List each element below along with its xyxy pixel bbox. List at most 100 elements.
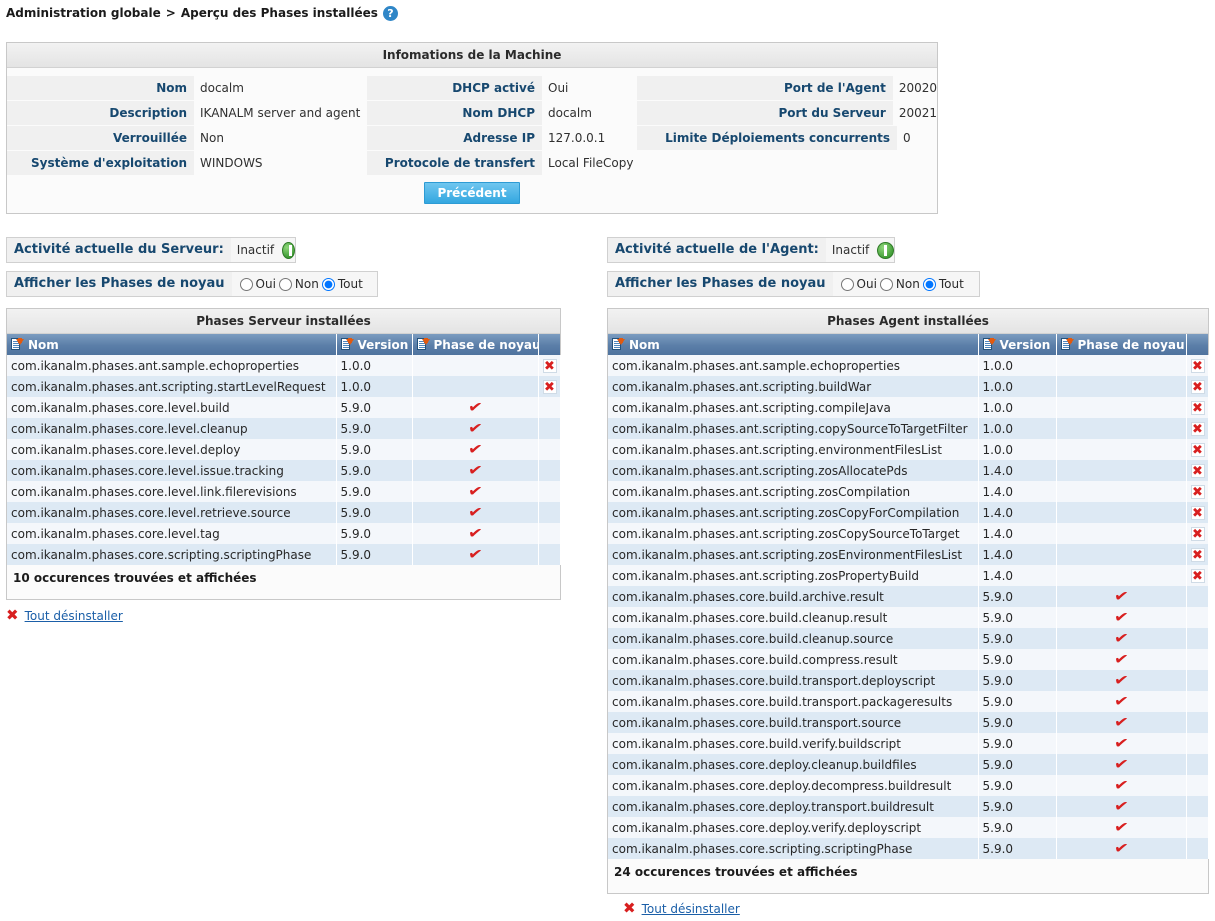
- agent-filter-option-tout[interactable]: Tout: [922, 277, 964, 291]
- agent-filter-option-non[interactable]: Non: [879, 277, 920, 291]
- server-col-header-version[interactable]: Version: [336, 334, 413, 355]
- sort-descending-icon: [340, 337, 354, 351]
- machine-info-row: Système d'exploitation WINDOWS: [7, 151, 367, 175]
- agent-phase-name: com.ikanalm.phases.ant.scripting.compile…: [608, 397, 979, 418]
- check-mark-icon: ✔: [1112, 691, 1130, 711]
- server-filter-radio-oui[interactable]: [239, 277, 253, 291]
- server-phase-name: com.ikanalm.phases.core.level.retrieve.s…: [7, 502, 337, 523]
- uninstall-phase-button[interactable]: ✖: [542, 358, 557, 373]
- agent-filter-option-tout-label: Tout: [938, 277, 964, 291]
- table-row: com.ikanalm.phases.core.build.cleanup.so…: [608, 628, 1209, 649]
- check-mark-icon: ✔: [1112, 775, 1130, 795]
- server-phase-core-flag: ✔: [412, 418, 539, 439]
- server-phase-version: 5.9.0: [336, 460, 413, 481]
- agent-filter-option-oui[interactable]: Oui: [840, 277, 877, 291]
- check-mark-icon: ✔: [466, 418, 484, 438]
- uninstall-phase-button[interactable]: ✖: [1190, 505, 1205, 520]
- machine-info-actions: Précédent: [7, 182, 937, 204]
- agent-phase-actions: [1186, 649, 1209, 670]
- agent-phase-core-flag: ✔: [1056, 712, 1187, 733]
- agent-phase-name: com.ikanalm.phases.ant.scripting.buildWa…: [608, 376, 979, 397]
- agent-phase-name: com.ikanalm.phases.core.build.transport.…: [608, 712, 979, 733]
- server-phase-version: 5.9.0: [336, 418, 413, 439]
- uninstall-phase-button[interactable]: ✖: [1190, 358, 1205, 373]
- uninstall-phase-button[interactable]: ✖: [1190, 400, 1205, 415]
- agent-phase-core-flag: [1056, 481, 1187, 502]
- table-row: com.ikanalm.phases.ant.scripting.zosCopy…: [608, 523, 1209, 544]
- agent-col-header-version-label: Version: [999, 337, 1051, 352]
- server-core-filter-group[interactable]: Oui Non Tout: [232, 277, 363, 291]
- table-row: com.ikanalm.phases.ant.scripting.zosProp…: [608, 565, 1209, 586]
- server-filter-radio-tout[interactable]: [321, 277, 335, 291]
- machine-field-value: Non: [200, 131, 224, 145]
- server-phases-header-row: Nom Version Phase de noyau: [7, 334, 560, 355]
- server-filter-radio-non[interactable]: [278, 277, 292, 291]
- agent-phase-actions: [1186, 838, 1209, 859]
- agent-uninstall-all[interactable]: ✖ Tout désinstaller: [623, 901, 740, 916]
- agent-phase-name: com.ikanalm.phases.core.build.compress.r…: [608, 649, 979, 670]
- uninstall-phase-button[interactable]: ✖: [1190, 442, 1205, 457]
- server-phase-name: com.ikanalm.phases.ant.scripting.startLe…: [7, 376, 337, 397]
- agent-filter-radio-non[interactable]: [879, 277, 893, 291]
- table-row: com.ikanalm.phases.core.level.link.filer…: [7, 481, 561, 502]
- breadcrumb-current: Aperçu des Phases installées: [180, 6, 378, 20]
- server-activity-bar: Activité actuelle du Serveur: Inactif: [6, 237, 296, 263]
- agent-phase-core-flag: ✔: [1056, 691, 1187, 712]
- server-phase-version: 5.9.0: [336, 481, 413, 502]
- server-filter-option-non[interactable]: Non: [278, 277, 319, 291]
- check-mark-icon: ✔: [1112, 754, 1130, 774]
- agent-phase-core-flag: [1056, 544, 1187, 565]
- uninstall-phase-button[interactable]: ✖: [542, 379, 557, 394]
- agent-phase-name: com.ikanalm.phases.core.deploy.verify.de…: [608, 817, 979, 838]
- agent-col-header-version[interactable]: Version: [978, 334, 1057, 355]
- machine-field-label: Système d'exploitation: [7, 151, 194, 175]
- server-filter-option-tout[interactable]: Tout: [321, 277, 363, 291]
- server-uninstall-all-link[interactable]: Tout désinstaller: [25, 609, 123, 623]
- check-mark-icon: ✔: [1112, 649, 1130, 669]
- table-row: com.ikanalm.phases.ant.sample.echoproper…: [608, 355, 1209, 376]
- server-phase-name: com.ikanalm.phases.core.level.cleanup: [7, 418, 337, 439]
- server-col-header-name[interactable]: Nom: [7, 334, 337, 355]
- check-mark-icon: ✔: [1112, 586, 1130, 606]
- agent-phase-version: 5.9.0: [978, 628, 1057, 649]
- agent-filter-radio-oui[interactable]: [840, 277, 854, 291]
- machine-field-label: Adresse IP: [367, 126, 542, 150]
- agent-phase-core-flag: ✔: [1056, 733, 1187, 754]
- uninstall-phase-button[interactable]: ✖: [1190, 547, 1205, 562]
- server-col-header-core[interactable]: Phase de noyau: [412, 334, 539, 355]
- agent-filter-radio-tout[interactable]: [922, 277, 936, 291]
- agent-phase-version: 1.0.0: [978, 376, 1057, 397]
- uninstall-phase-button[interactable]: ✖: [1190, 463, 1205, 478]
- help-icon[interactable]: ?: [382, 5, 398, 21]
- machine-field-label: Protocole de transfert: [367, 151, 542, 175]
- server-phase-version: 1.0.0: [336, 376, 413, 397]
- agent-phase-actions: [1186, 586, 1209, 607]
- agent-col-header-core[interactable]: Phase de noyau: [1056, 334, 1187, 355]
- agent-phase-actions: [1186, 817, 1209, 838]
- server-filter-option-oui[interactable]: Oui: [239, 277, 276, 291]
- table-row: com.ikanalm.phases.core.build.transport.…: [608, 712, 1209, 733]
- uninstall-phase-button[interactable]: ✖: [1190, 484, 1205, 499]
- agent-phase-core-flag: [1056, 502, 1187, 523]
- uninstall-phase-button[interactable]: ✖: [1190, 568, 1205, 583]
- machine-field-value: 20020: [898, 81, 937, 95]
- breadcrumb-root[interactable]: Administration globale: [6, 6, 161, 20]
- uninstall-phase-button[interactable]: ✖: [1190, 379, 1205, 394]
- agent-phase-name: com.ikanalm.phases.core.deploy.transport…: [608, 796, 979, 817]
- agent-filter-option-non-label: Non: [895, 277, 920, 291]
- sort-descending-icon: [1060, 337, 1074, 351]
- machine-field-label: Port de l'Agent: [637, 76, 893, 100]
- agent-core-filter-group[interactable]: Oui Non Tout: [833, 277, 964, 291]
- back-button[interactable]: Précédent: [424, 182, 520, 204]
- agent-phase-core-flag: [1056, 460, 1187, 481]
- agent-phase-core-flag: ✔: [1056, 649, 1187, 670]
- agent-uninstall-all-link[interactable]: Tout désinstaller: [642, 902, 740, 916]
- agent-phase-actions: ✖: [1186, 418, 1209, 439]
- agent-col-header-name[interactable]: Nom: [608, 334, 979, 355]
- uninstall-phase-button[interactable]: ✖: [1190, 421, 1205, 436]
- uninstall-phase-button[interactable]: ✖: [1190, 526, 1205, 541]
- agent-phase-actions: ✖: [1186, 523, 1209, 544]
- server-phase-actions: [538, 460, 561, 481]
- table-row: com.ikanalm.phases.ant.scripting.copySou…: [608, 418, 1209, 439]
- server-uninstall-all[interactable]: ✖ Tout désinstaller: [6, 608, 123, 623]
